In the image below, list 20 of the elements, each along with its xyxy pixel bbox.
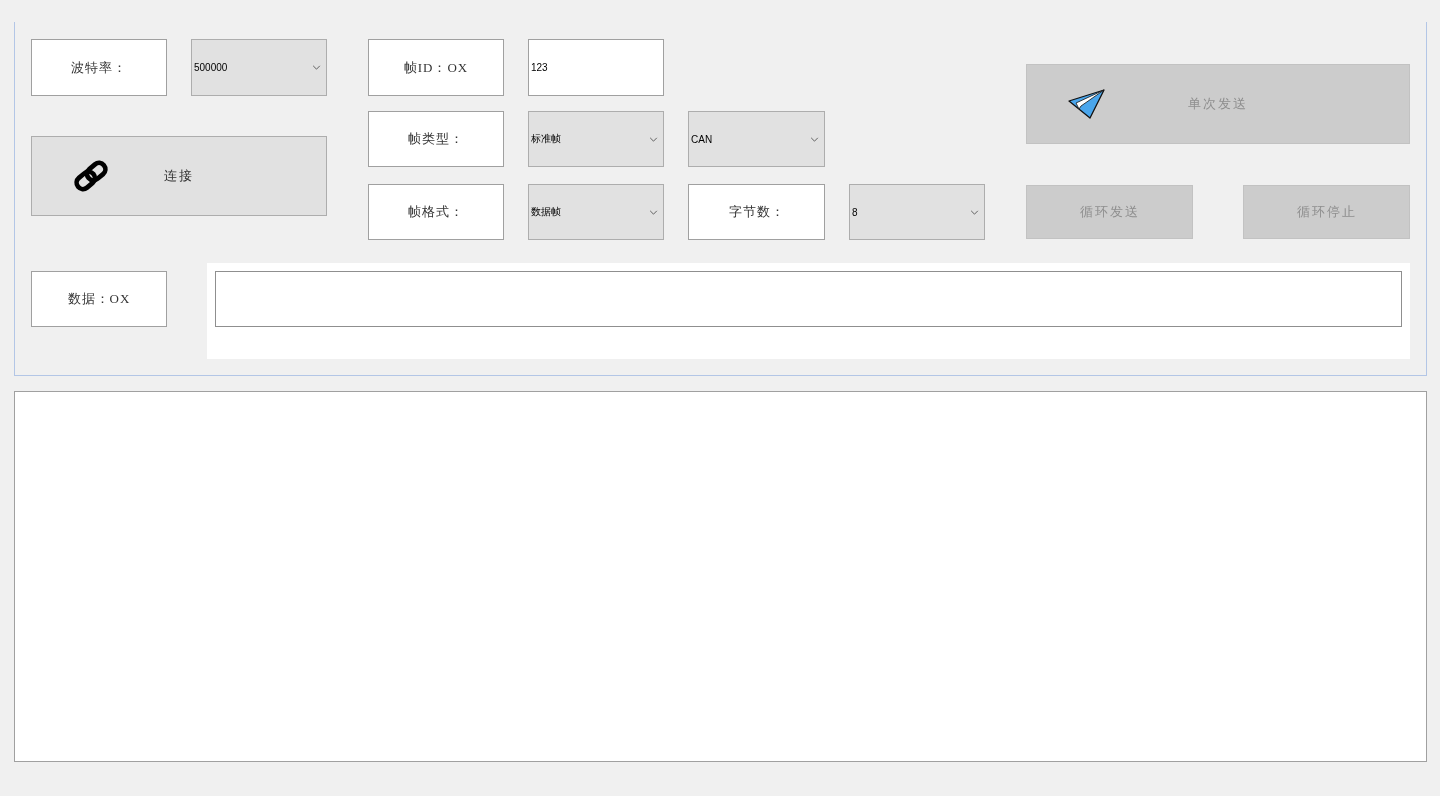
frame-format-dropdown[interactable]: 数据帧 (528, 184, 664, 240)
protocol-dropdown[interactable]: CAN (688, 111, 825, 167)
frame-type-label: 帧类型： (368, 111, 504, 167)
data-label: 数据：OX (31, 271, 167, 327)
chevron-down-icon (649, 136, 658, 142)
frame-format-label: 帧格式： (368, 184, 504, 240)
byte-count-label: 字节数： (688, 184, 825, 240)
chevron-down-icon (312, 65, 321, 70)
frame-id-label: 帧ID：OX (368, 39, 504, 96)
frame-type-dropdown[interactable]: 标准帧 (528, 111, 664, 167)
data-input[interactable] (215, 271, 1402, 327)
byte-count-dropdown[interactable]: 8 (849, 184, 985, 240)
chevron-down-icon (970, 209, 979, 215)
frame-id-input[interactable]: 123 (528, 39, 664, 96)
chevron-down-icon (649, 209, 658, 215)
baud-rate-dropdown[interactable]: 500000 (191, 39, 327, 96)
chevron-down-icon (810, 136, 819, 142)
connect-button[interactable]: 连接 (31, 136, 327, 216)
baud-rate-label: 波特率： (31, 39, 167, 96)
paper-plane-icon (1068, 89, 1105, 119)
